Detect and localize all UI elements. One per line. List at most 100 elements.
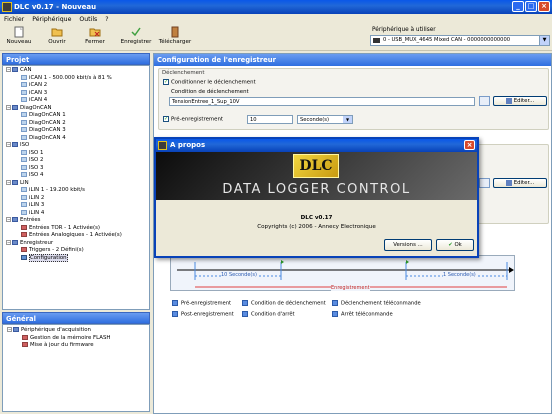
- tree-item[interactable]: ISO 1: [5, 149, 147, 158]
- channel-icon: [21, 202, 27, 207]
- about-dialog-titlebar: A propos ×: [156, 139, 477, 152]
- tree-item-label: DiagOnCAN 1: [29, 112, 66, 118]
- tree-item[interactable]: Triggers - 2 Défini(s): [5, 247, 147, 255]
- tree-item[interactable]: iCAN 4: [5, 97, 147, 105]
- channel-icon: [21, 112, 27, 117]
- tree-item[interactable]: DiagOnCAN 1: [5, 112, 147, 120]
- tree-item[interactable]: Entrées TOR - 1 Activée(s): [5, 224, 147, 233]
- expand-icon[interactable]: −: [6, 217, 11, 222]
- tree-item-label: iLIN 1 - 19.200 kbit/s: [29, 187, 85, 193]
- posttrigger-duration-label: 1 Seconde(s): [443, 272, 476, 278]
- expand-icon[interactable]: −: [6, 239, 11, 245]
- tree-group-item[interactable]: − LIN: [5, 179, 147, 188]
- expand-icon[interactable]: −: [7, 327, 12, 332]
- versions-button[interactable]: Versions ...: [384, 239, 432, 251]
- condition-checkbox-row[interactable]: ✓ Conditionner le déclenchement: [163, 79, 256, 86]
- trigger-group: Déclenchement ✓ Conditionner le déclenche…: [158, 68, 549, 130]
- new-button[interactable]: Nouveau: [4, 26, 34, 45]
- menu-peripherique[interactable]: Périphérique: [32, 14, 71, 25]
- tree-item[interactable]: ISO 3: [5, 164, 147, 173]
- tree-item-label: LIN: [20, 179, 29, 186]
- tree-item[interactable]: ISO 2: [5, 157, 147, 165]
- pretrigger-unit-select[interactable]: Seconde(s) ▼: [297, 115, 353, 124]
- chevron-down-icon[interactable]: ▼: [343, 116, 352, 123]
- tree-item-label: Enregistreur: [20, 239, 54, 246]
- trigger-group-title: Déclenchement: [162, 70, 205, 76]
- close-label: Fermer: [85, 39, 105, 45]
- tree-item-label: iLIN 2: [29, 194, 45, 201]
- pretrigger-checkbox-row[interactable]: ✓ Pré-enregistrement: [163, 116, 223, 123]
- tree-item[interactable]: Entrées Analogiques - 1 Activée(s): [5, 232, 147, 240]
- channel-icon: [21, 172, 27, 177]
- tree-item[interactable]: DiagOnCAN 3: [5, 127, 147, 135]
- menu-fichier[interactable]: Fichier: [4, 14, 24, 25]
- open-button[interactable]: Ouvrir: [42, 26, 72, 45]
- maximize-icon[interactable]: □: [525, 1, 537, 12]
- tree-group-item[interactable]: − DiagOnCAN: [5, 104, 147, 113]
- tree-item[interactable]: iCAN 2: [5, 82, 147, 90]
- tree-item[interactable]: DiagOnCAN 2: [5, 119, 147, 128]
- tree-item[interactable]: iLIN 3: [5, 202, 147, 210]
- pretrigger-checkbox[interactable]: ✓: [163, 116, 169, 122]
- edit-condition-button[interactable]: Editer...: [493, 96, 547, 106]
- save-button[interactable]: Enregistrer: [117, 26, 155, 45]
- expand-icon[interactable]: −: [6, 104, 11, 110]
- stop-wizard-icon[interactable]: [479, 178, 490, 188]
- minimize-icon[interactable]: _: [512, 1, 524, 12]
- condition-input[interactable]: TensionEntree_1_Sup_10V: [169, 97, 475, 106]
- pretrigger-value-input[interactable]: 10: [247, 115, 293, 124]
- general-tree-item[interactable]: Gestion de la mémoire FLASH: [6, 334, 146, 343]
- expand-icon[interactable]: −: [6, 179, 11, 185]
- about-copyright: Copyrights (c) 2006 - Annecy Electroniqu…: [257, 224, 376, 230]
- tree-item[interactable]: iLIN 4: [5, 209, 147, 218]
- tree-item[interactable]: Configuration: [5, 253, 147, 263]
- legend-trigger-condition: Condition de déclenchement: [242, 300, 326, 307]
- tree-group-item[interactable]: − CAN: [5, 67, 147, 75]
- chevron-down-icon[interactable]: ▼: [539, 36, 549, 45]
- tree-item[interactable]: iCAN 1 - 500.000 kbit/s à 81 %: [5, 74, 147, 83]
- condition-checkbox[interactable]: ✓: [163, 79, 169, 85]
- condition-wizard-icon[interactable]: [479, 96, 490, 106]
- edit-stop-button[interactable]: Editer...: [493, 178, 547, 188]
- channel-icon: [21, 187, 27, 192]
- tree-item-label: ISO 2: [29, 157, 44, 163]
- recording-label: Enregistrement: [331, 285, 370, 291]
- folder-icon: [12, 67, 18, 72]
- tree-group-item[interactable]: − Entrées: [5, 217, 147, 225]
- menu-help[interactable]: ?: [105, 14, 108, 25]
- expand-icon[interactable]: −: [6, 67, 11, 72]
- folder-close-icon: [89, 28, 101, 37]
- tree-item[interactable]: iLIN 1 - 19.200 kbit/s: [5, 187, 147, 195]
- close-icon[interactable]: ×: [538, 1, 550, 12]
- config-icon: [21, 254, 27, 260]
- general-tree-item[interactable]: Mise à jour du firmware: [6, 342, 146, 350]
- ok-button[interactable]: ✔ Ok: [436, 239, 474, 251]
- tree-item[interactable]: DiagOnCAN 4: [5, 134, 147, 143]
- general-tree-item[interactable]: − Périphérique d'acquisition: [6, 327, 146, 335]
- channel-icon: [21, 97, 27, 102]
- tree-item[interactable]: iCAN 3: [5, 89, 147, 98]
- title-bar: DLC v0.17 - Nouveau _ □ ×: [0, 0, 552, 14]
- condition-label: Condition de déclenchement: [171, 89, 249, 95]
- legend-stop-condition: Condition d'arrêt: [242, 311, 295, 318]
- checkmark-icon: ✔: [448, 242, 453, 248]
- about-dialog-title: A propos: [170, 141, 206, 149]
- close-button[interactable]: Fermer: [80, 26, 110, 45]
- general-header: Général: [2, 312, 150, 324]
- project-header: Projet: [2, 53, 150, 65]
- download-button[interactable]: Télécharger: [157, 26, 193, 45]
- tree-item-label: Entrées TOR - 1 Activée(s): [29, 224, 100, 231]
- tree-item[interactable]: iLIN 2: [5, 194, 147, 203]
- window-title: DLC v0.17 - Nouveau: [14, 3, 97, 11]
- menu-outils[interactable]: Outils: [79, 14, 97, 25]
- tree-item-label: DiagOnCAN 4: [29, 134, 66, 141]
- peripheral-select[interactable]: 0 - USB_MUX_4645 Mixed CAN - 00000000000…: [370, 35, 550, 46]
- close-icon[interactable]: ×: [464, 140, 475, 150]
- expand-icon[interactable]: −: [6, 142, 11, 147]
- condition-checkbox-label: Conditionner le déclenchement: [171, 79, 256, 86]
- tree-group-item[interactable]: − Enregistreur: [5, 239, 147, 248]
- tree-group-item[interactable]: − ISO: [5, 142, 147, 150]
- tree-item[interactable]: ISO 4: [5, 172, 147, 180]
- project-panel: Projet − CAN iCAN 1 - 500.000 kbit/s à 81 …: [2, 53, 150, 310]
- channel-icon: [21, 224, 27, 230]
